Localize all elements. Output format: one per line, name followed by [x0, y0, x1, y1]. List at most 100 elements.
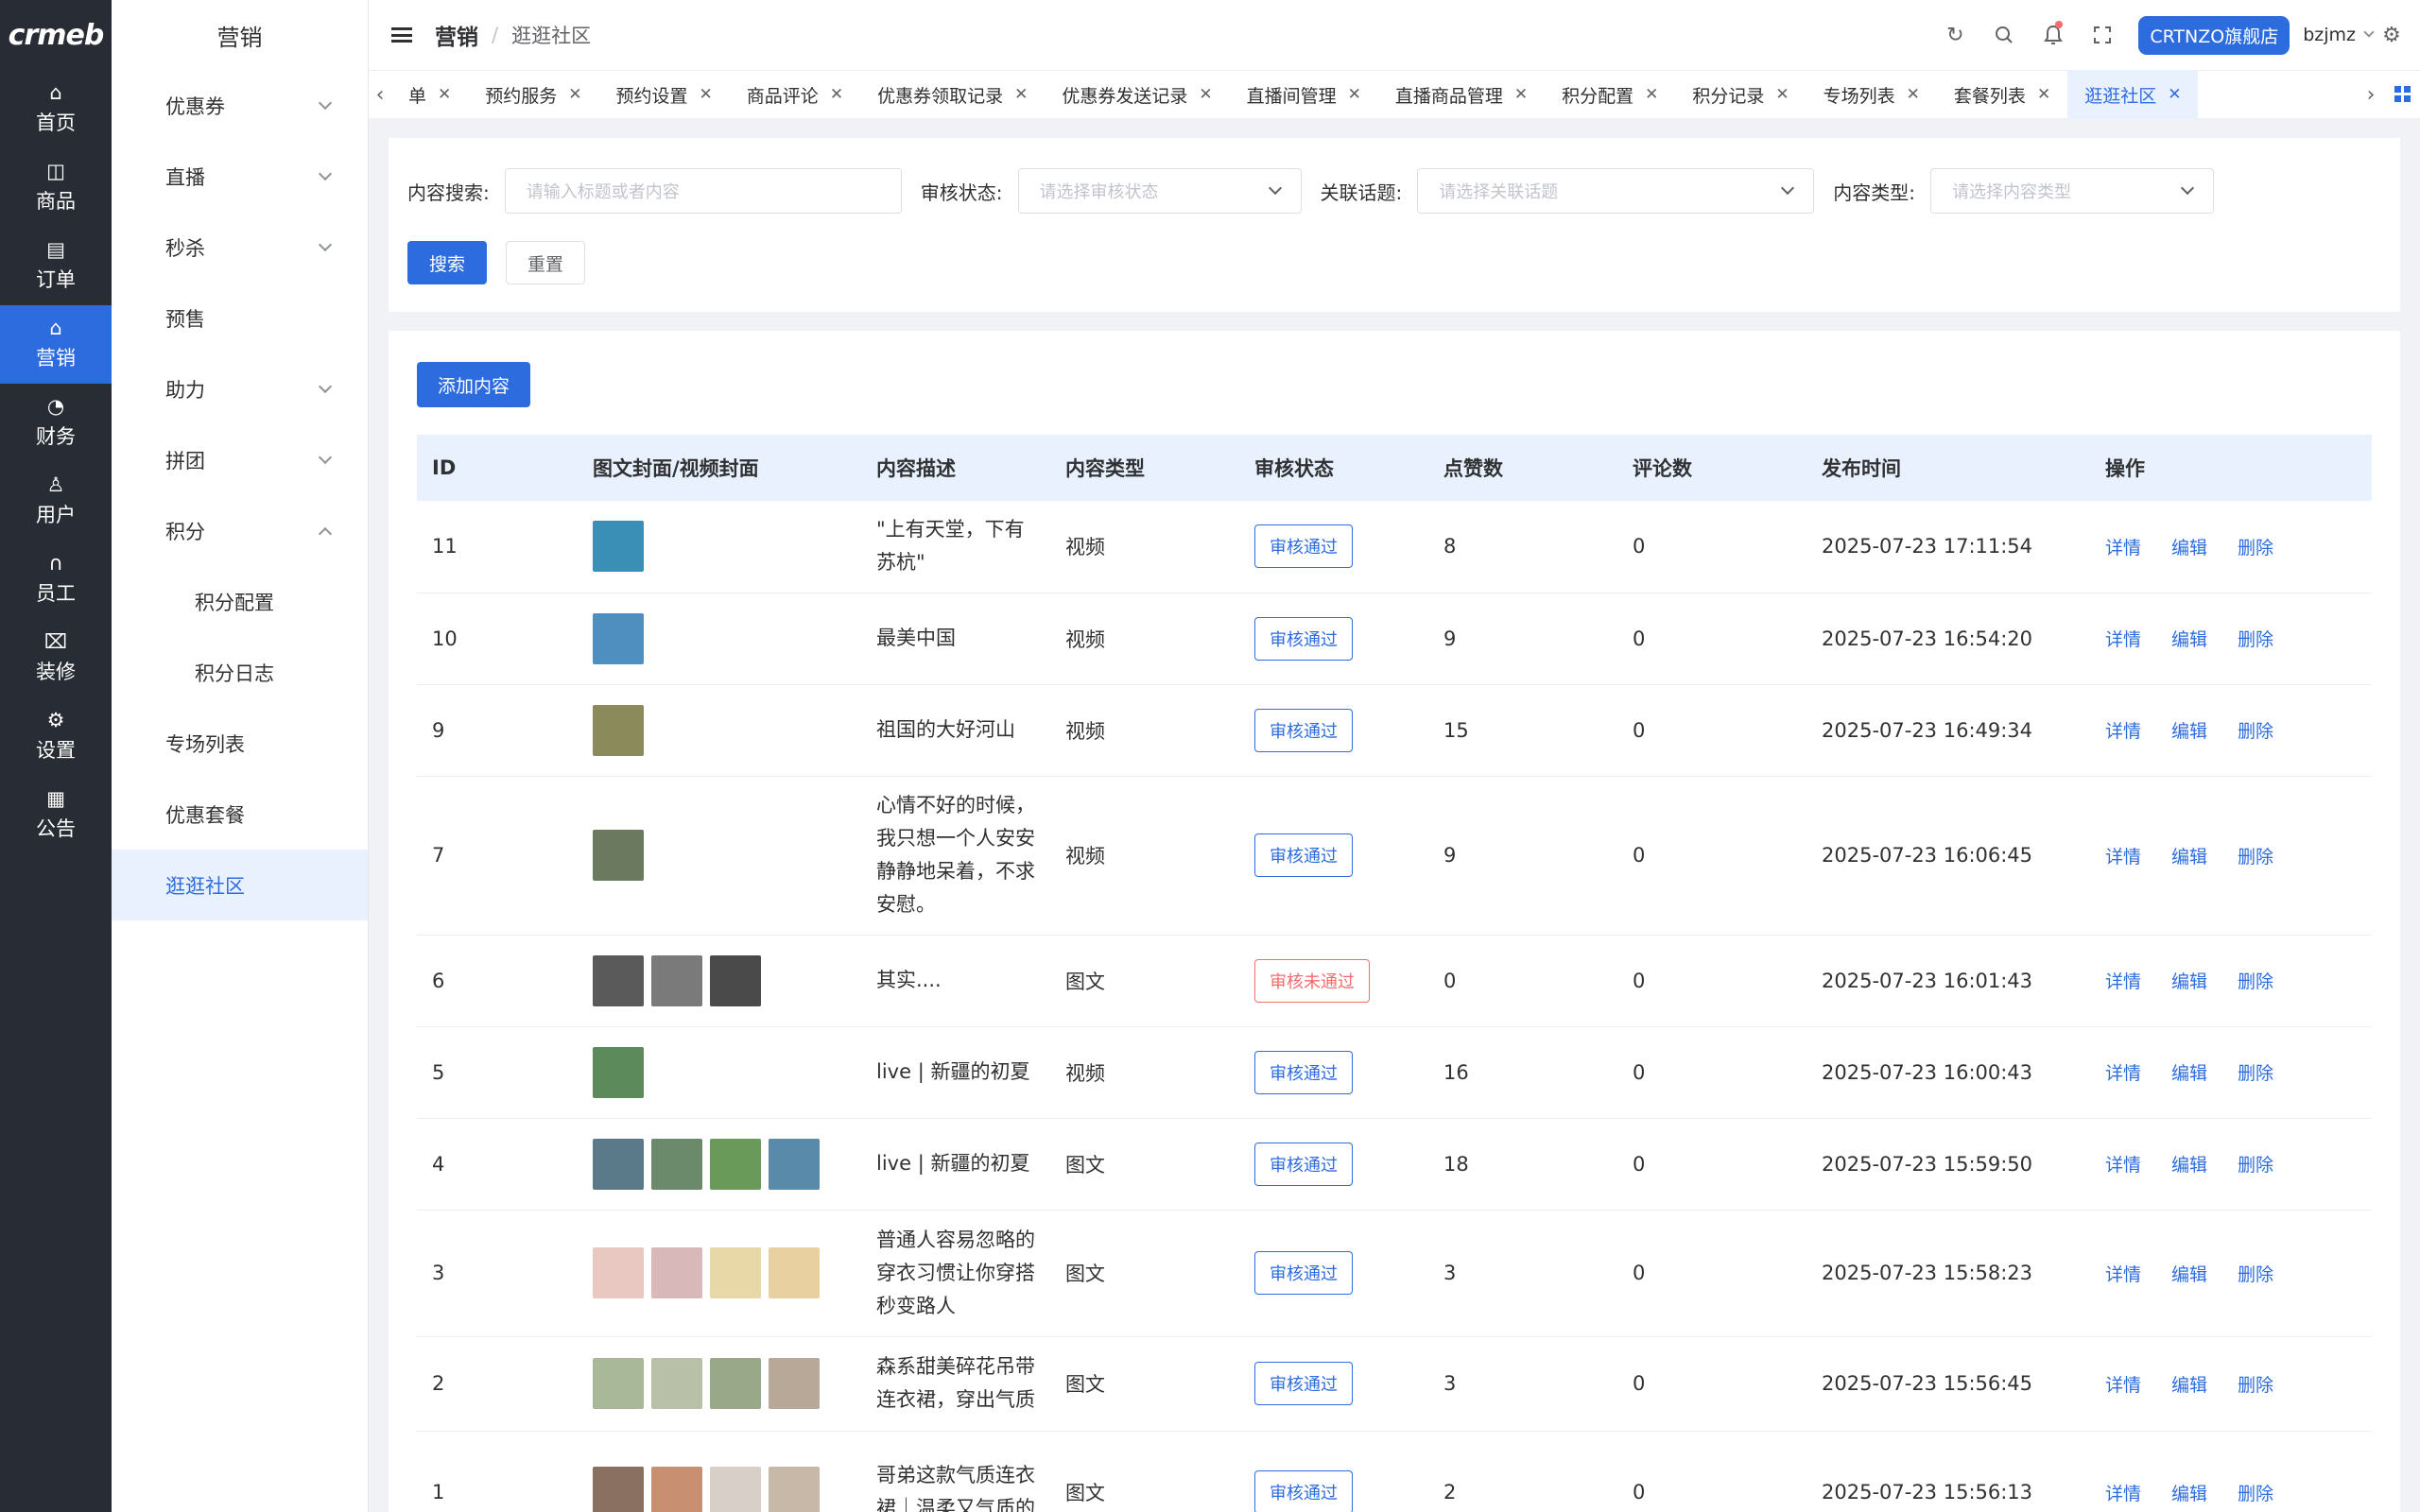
rail-item-1[interactable]: ◫ 商品	[0, 148, 112, 227]
close-icon[interactable]: ✕	[1014, 85, 1028, 104]
cover-thumbnail[interactable]	[593, 704, 644, 756]
edit-link[interactable]: 编辑	[2171, 847, 2207, 868]
edit-link[interactable]: 编辑	[2171, 1063, 2207, 1084]
reset-button[interactable]: 重置	[506, 241, 585, 284]
close-icon[interactable]: ✕	[830, 85, 843, 104]
rail-item-5[interactable]: ♙ 用户	[0, 462, 112, 541]
cover-thumbnail[interactable]	[593, 521, 644, 573]
detail-link[interactable]: 详情	[2105, 1375, 2141, 1396]
close-icon[interactable]: ✕	[568, 85, 581, 104]
fullscreen-icon[interactable]	[2078, 0, 2127, 70]
delete-link[interactable]: 删除	[2238, 1155, 2273, 1176]
detail-link[interactable]: 详情	[2105, 721, 2141, 742]
cover-thumbnail[interactable]	[651, 1138, 702, 1190]
tab-9[interactable]: 积分记录 ✕	[1675, 70, 1806, 119]
delete-link[interactable]: 删除	[2238, 1063, 2273, 1084]
close-icon[interactable]: ✕	[1348, 85, 1361, 104]
rail-item-7[interactable]: ⌧ 装修	[0, 619, 112, 697]
submenu-item-2[interactable]: 秒杀	[112, 212, 368, 283]
menu-toggle-icon[interactable]	[391, 27, 412, 43]
rail-item-3[interactable]: ⌂ 营销	[0, 305, 112, 384]
edit-link[interactable]: 编辑	[2171, 1375, 2207, 1396]
delete-link[interactable]: 删除	[2238, 721, 2273, 742]
add-content-button[interactable]: 添加内容	[417, 362, 530, 407]
delete-link[interactable]: 删除	[2238, 538, 2273, 558]
cover-thumbnail[interactable]	[769, 1247, 820, 1298]
cover-thumbnail[interactable]	[769, 1138, 820, 1190]
content-search-input[interactable]: 请输入标题或者内容	[504, 168, 902, 214]
store-switch-button[interactable]: CRTNZO旗舰店	[2138, 15, 2290, 55]
settings-gear-icon[interactable]: ⚙	[2373, 0, 2411, 70]
submenu-item-3[interactable]: 预售	[112, 283, 368, 353]
tab-11[interactable]: 套餐列表 ✕	[1937, 70, 2067, 119]
cover-thumbnail[interactable]	[710, 954, 761, 1006]
cover-thumbnail[interactable]	[593, 954, 644, 1006]
close-icon[interactable]: ✕	[1645, 85, 1658, 104]
cover-thumbnail[interactable]	[651, 1467, 702, 1512]
submenu-item-5[interactable]: 拼团	[112, 424, 368, 495]
delete-link[interactable]: 删除	[2238, 1484, 2273, 1504]
bell-icon[interactable]	[2029, 0, 2078, 70]
close-icon[interactable]: ✕	[1514, 85, 1528, 104]
submenu-item-11[interactable]: 逛逛社区	[112, 850, 368, 920]
rail-item-0[interactable]: ⌂ 首页	[0, 70, 112, 148]
tab-3[interactable]: 商品评论 ✕	[730, 70, 860, 119]
cover-thumbnail[interactable]	[593, 1467, 644, 1512]
type-select[interactable]: 请选择内容类型	[1930, 168, 2214, 214]
cover-thumbnail[interactable]	[710, 1358, 761, 1409]
close-icon[interactable]: ✕	[1775, 85, 1789, 104]
tab-2[interactable]: 预约设置 ✕	[599, 70, 730, 119]
rail-item-8[interactable]: ⚙ 设置	[0, 697, 112, 776]
edit-link[interactable]: 编辑	[2171, 1264, 2207, 1285]
tab-10[interactable]: 专场列表 ✕	[1806, 70, 1937, 119]
cover-thumbnail[interactable]	[769, 1358, 820, 1409]
status-select[interactable]: 请选择审核状态	[1017, 168, 1302, 214]
edit-link[interactable]: 编辑	[2171, 629, 2207, 650]
cover-thumbnail[interactable]	[710, 1247, 761, 1298]
rail-item-4[interactable]: ◔ 财务	[0, 384, 112, 462]
submenu-item-0[interactable]: 优惠券	[112, 70, 368, 141]
delete-link[interactable]: 删除	[2238, 847, 2273, 868]
cover-thumbnail[interactable]	[593, 1358, 644, 1409]
search-icon[interactable]	[1979, 0, 2029, 70]
close-icon[interactable]: ✕	[1199, 85, 1212, 104]
delete-link[interactable]: 删除	[2238, 1264, 2273, 1285]
tab-6[interactable]: 直播间管理 ✕	[1230, 70, 1378, 119]
tab-1[interactable]: 预约服务 ✕	[468, 70, 598, 119]
submenu-item-6[interactable]: 积分	[112, 495, 368, 566]
detail-link[interactable]: 详情	[2105, 629, 2141, 650]
detail-link[interactable]: 详情	[2105, 1155, 2141, 1176]
detail-link[interactable]: 详情	[2105, 847, 2141, 868]
refresh-icon[interactable]: ↻	[1930, 0, 1979, 70]
cover-thumbnail[interactable]	[651, 1247, 702, 1298]
delete-link[interactable]: 删除	[2238, 1375, 2273, 1396]
delete-link[interactable]: 删除	[2238, 971, 2273, 992]
rail-item-2[interactable]: ▤ 订单	[0, 227, 112, 305]
rail-item-9[interactable]: ▦ 公告	[0, 776, 112, 854]
tabs-menu-icon[interactable]	[2394, 86, 2411, 102]
delete-link[interactable]: 删除	[2238, 629, 2273, 650]
tab-0[interactable]: 单 ✕	[391, 70, 468, 119]
tabs-scroll-right-icon[interactable]: ›	[2360, 83, 2382, 107]
detail-link[interactable]: 详情	[2105, 1484, 2141, 1504]
breadcrumb-root[interactable]: 营销	[435, 19, 478, 51]
detail-link[interactable]: 详情	[2105, 1063, 2141, 1084]
cover-thumbnail[interactable]	[593, 1046, 644, 1098]
edit-link[interactable]: 编辑	[2171, 971, 2207, 992]
detail-link[interactable]: 详情	[2105, 1264, 2141, 1285]
detail-link[interactable]: 详情	[2105, 538, 2141, 558]
close-icon[interactable]: ✕	[438, 85, 451, 104]
tab-8[interactable]: 积分配置 ✕	[1545, 70, 1675, 119]
search-button[interactable]: 搜索	[407, 241, 487, 284]
rail-item-6[interactable]: ∩ 员工	[0, 541, 112, 619]
cover-thumbnail[interactable]	[593, 830, 644, 881]
tab-12[interactable]: 逛逛社区 ✕	[2067, 70, 2199, 119]
edit-link[interactable]: 编辑	[2171, 721, 2207, 742]
submenu-item-8[interactable]: 积分日志	[112, 637, 368, 708]
brand-logo[interactable]: crmeb	[0, 0, 112, 70]
submenu-item-9[interactable]: 专场列表	[112, 708, 368, 779]
topic-select[interactable]: 请选择关联话题	[1417, 168, 1815, 214]
close-icon[interactable]: ✕	[1907, 85, 1920, 104]
tab-4[interactable]: 优惠券领取记录 ✕	[860, 70, 1045, 119]
tabs-scroll-left-icon[interactable]: ‹	[369, 83, 391, 107]
